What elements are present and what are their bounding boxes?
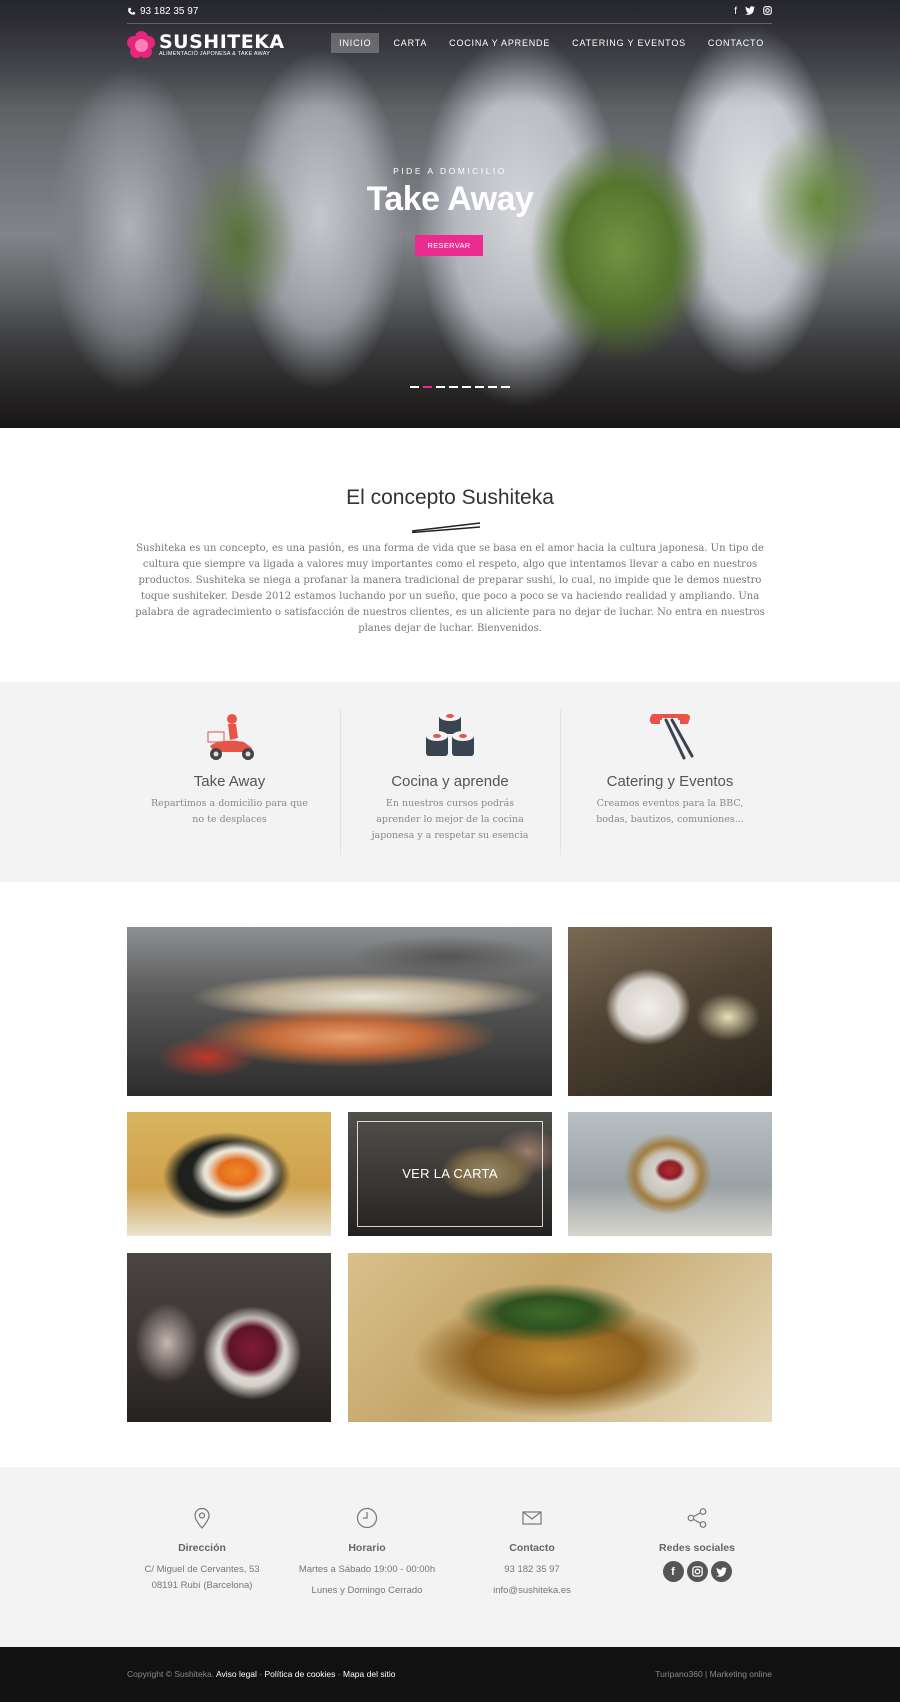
- hero-slider: 93 182 35 97 f SUSHITEKA ALIMENTACIÓ JAP…: [0, 0, 900, 428]
- copyright: Copyright © Sushiteka.: [127, 1669, 215, 1679]
- slider-dot[interactable]: [449, 386, 458, 388]
- flower-logo-icon: [127, 31, 155, 59]
- nav-item-carta[interactable]: CARTA: [385, 33, 435, 53]
- footer-credit[interactable]: Turipano360 | Marketing online: [655, 1669, 772, 1679]
- gallery-photo-tuna-roll[interactable]: [127, 1253, 331, 1422]
- slider-dots: [410, 386, 510, 388]
- chopsticks-icon: [649, 714, 694, 760]
- instagram-icon[interactable]: [686, 1561, 708, 1582]
- info-hours: Horario Martes a Sábado 19:00 - 00:00h L…: [282, 1507, 452, 1599]
- sitemap-link[interactable]: Mapa del sitio: [343, 1669, 395, 1679]
- sushi-rolls-icon: [426, 711, 474, 756]
- ver-la-carta-label: VER LA CARTA: [402, 1166, 498, 1181]
- scooter-delivery-icon: [207, 714, 254, 760]
- info-title: Dirección: [178, 1542, 226, 1554]
- top-social-links: f: [734, 6, 772, 17]
- gallery-photo-tempura-roll[interactable]: [568, 1112, 772, 1236]
- service-take-away[interactable]: Take Away Repartimos a domicilio para qu…: [120, 710, 339, 855]
- address-line: C/ Miguel de Cervantes, 53: [144, 1564, 260, 1575]
- footer-left: Copyright © Sushiteka. Aviso legal - Pol…: [127, 1669, 395, 1679]
- logo-tagline: ALIMENTACIÓ JAPONESA & TAKE AWAY: [159, 50, 271, 57]
- aviso-legal-link[interactable]: Aviso legal: [216, 1669, 257, 1679]
- share-icon: [687, 1508, 707, 1528]
- info-title: Contacto: [509, 1542, 555, 1554]
- hours-line: Martes a Sábado 19:00 - 00:00h: [298, 1564, 436, 1575]
- footer-separator: -: [259, 1669, 263, 1679]
- nav-item-contacto[interactable]: CONTACTO: [700, 33, 772, 53]
- site-logo[interactable]: SUSHITEKA ALIMENTACIÓ JAPONESA & TAKE AW…: [127, 30, 285, 60]
- facebook-icon[interactable]: f: [734, 6, 737, 17]
- gallery-photo-sushi-platter[interactable]: [127, 927, 552, 1096]
- gallery-photo-salmon-maki[interactable]: [127, 1112, 331, 1236]
- service-title: Cocina y aprende: [391, 773, 509, 790]
- slider-dot[interactable]: [462, 386, 471, 388]
- social-buttons: f: [612, 1561, 782, 1582]
- hero-title: Take Away: [366, 180, 534, 218]
- info-address: Dirección C/ Miguel de Cervantes, 53 081…: [117, 1507, 287, 1594]
- slider-dot-active[interactable]: [423, 386, 432, 388]
- top-bar: 93 182 35 97 f: [127, 6, 772, 24]
- info-contact: Contacto 93 182 35 97 info@sushiteka.es: [447, 1507, 617, 1599]
- concept-text: Sushiteka es un concepto, es una pasión,…: [135, 543, 765, 634]
- hours-line: Lunes y Domingo Cerrado: [311, 1585, 423, 1596]
- services-section: Take Away Repartimos a domicilio para qu…: [0, 682, 900, 882]
- gallery-photo-mochi-dessert[interactable]: [568, 927, 772, 1096]
- site-footer: Copyright © Sushiteka. Aviso legal - Pol…: [0, 1647, 900, 1702]
- info-social: Redes sociales f: [612, 1507, 782, 1582]
- slider-dot[interactable]: [410, 386, 419, 388]
- service-text: Repartimos a domicilio para que no te de…: [150, 798, 309, 825]
- slider-dot[interactable]: [475, 386, 484, 388]
- slider-dot[interactable]: [436, 386, 445, 388]
- nav-item-inicio[interactable]: INICIO: [331, 33, 380, 53]
- service-text: Creamos eventos para la BBC, bodas, baut…: [596, 798, 744, 825]
- service-text: En nuestros cursos podrás aprender lo me…: [371, 798, 529, 841]
- envelope-icon: [522, 1511, 542, 1525]
- top-phone-number: 93 182 35 97: [140, 6, 199, 17]
- top-phone: 93 182 35 97: [127, 6, 198, 17]
- contact-email[interactable]: info@sushiteka.es: [447, 1583, 617, 1599]
- location-pin-icon: [194, 1507, 210, 1529]
- reservar-button[interactable]: RESERVAR: [415, 235, 483, 256]
- service-title: Take Away: [193, 773, 266, 790]
- slider-dot[interactable]: [488, 386, 497, 388]
- cookies-link[interactable]: Política de cookies: [265, 1669, 336, 1679]
- info-section: Dirección C/ Miguel de Cervantes, 53 081…: [0, 1467, 900, 1647]
- address-line: 08191 Rubí (Barcelona): [151, 1580, 253, 1591]
- phone-icon: [128, 7, 136, 15]
- hero-subtitle: PIDE A DOMICILIO: [393, 166, 507, 176]
- nav-item-catering[interactable]: CATERING Y EVENTOS: [564, 33, 694, 53]
- ver-la-carta-link[interactable]: VER LA CARTA: [348, 1112, 552, 1236]
- twitter-icon[interactable]: [710, 1561, 732, 1582]
- twitter-icon[interactable]: [745, 6, 755, 15]
- clock-icon: [356, 1507, 378, 1529]
- contact-phone[interactable]: 93 182 35 97: [447, 1562, 617, 1578]
- footer-separator: -: [337, 1669, 341, 1679]
- main-nav: INICIO CARTA COCINA Y APRENDE CATERING Y…: [325, 33, 772, 53]
- slider-dot[interactable]: [501, 386, 510, 388]
- chopsticks-divider-icon: [411, 522, 481, 533]
- info-title: Redes sociales: [659, 1542, 735, 1554]
- service-catering[interactable]: Catering y Eventos Creamos eventos para …: [560, 710, 779, 855]
- instagram-icon[interactable]: [763, 6, 772, 15]
- service-cocina[interactable]: Cocina y aprende En nuestros cursos podr…: [340, 710, 559, 855]
- service-title: Catering y Eventos: [606, 773, 734, 790]
- logo-brand: SUSHITEKA: [159, 30, 285, 53]
- gallery-photo-noodles[interactable]: [348, 1253, 772, 1422]
- facebook-icon[interactable]: f: [662, 1561, 684, 1582]
- concept-title: El concepto Sushiteka: [346, 486, 554, 509]
- nav-item-cocina[interactable]: COCINA Y APRENDE: [441, 33, 558, 53]
- info-title: Horario: [348, 1542, 386, 1554]
